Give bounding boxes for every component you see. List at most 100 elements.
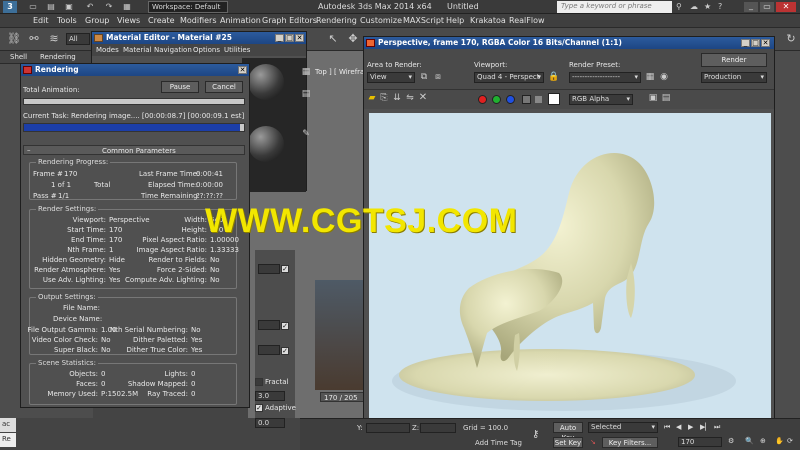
select-object-icon[interactable]: ↖ <box>325 31 341 47</box>
toggle-ui-overlay-icon[interactable]: ▣ <box>647 92 659 104</box>
rotate-icon[interactable]: ↻ <box>783 31 799 47</box>
viewport-dropdown[interactable]: Quad 4 - Perspect <box>474 72 544 83</box>
go-to-end-icon[interactable]: ⏭ <box>714 423 720 432</box>
play-icon[interactable]: ▶ <box>688 423 693 431</box>
lock-viewport-icon[interactable]: 🔒 <box>548 71 560 83</box>
z-coord-field[interactable] <box>420 423 456 433</box>
rendering-dialog-title[interactable]: Rendering <box>21 64 249 76</box>
common-parameters-header[interactable]: – Common Parameters <box>23 145 245 155</box>
menu-realflow[interactable]: RealFlow <box>509 16 545 25</box>
menu-customize[interactable]: Customize <box>360 16 402 25</box>
close-app-button[interactable]: ✕ <box>776 2 796 12</box>
go-to-start-icon[interactable]: ⏮ <box>664 423 670 432</box>
menu-krakatoa[interactable]: Krakatoa <box>470 16 506 25</box>
help-icon[interactable]: ? <box>718 2 722 11</box>
print-icon[interactable]: ⇋ <box>404 92 416 104</box>
blue-channel-toggle[interactable] <box>506 95 515 104</box>
menu-graph-editors[interactable]: Graph Editors <box>262 16 317 25</box>
set-key-button[interactable]: Set Key <box>553 437 583 448</box>
new-file-icon[interactable]: ▭ <box>28 2 38 12</box>
redo-icon[interactable]: ↷ <box>104 2 114 12</box>
param-field[interactable] <box>258 345 280 355</box>
copy-image-icon[interactable]: ⎘ <box>378 92 390 104</box>
param-field[interactable] <box>258 320 280 330</box>
zoom-icon[interactable]: 🔍 <box>745 437 754 445</box>
render-button[interactable]: Render <box>701 53 767 67</box>
material-sample-sphere[interactable] <box>248 64 284 100</box>
param-value-field[interactable]: 3.0 <box>255 391 285 401</box>
menu-modifiers[interactable]: Modifiers <box>180 16 217 25</box>
menu-group[interactable]: Group <box>85 16 109 25</box>
save-file-icon[interactable]: ▣ <box>64 2 74 12</box>
me-menu-navigation[interactable]: Navigation <box>154 46 192 54</box>
clone-frame-icon[interactable]: ⇊ <box>391 92 403 104</box>
menu-help[interactable]: Help <box>446 16 464 25</box>
rendering-dialog-close-button[interactable]: ✕ <box>238 66 247 74</box>
maximize-app-button[interactable]: ▭ <box>760 2 774 12</box>
green-channel-toggle[interactable] <box>492 95 501 104</box>
param-checkbox[interactable]: ✓ <box>281 347 289 355</box>
subscription-icon[interactable]: ☁ <box>690 2 698 11</box>
param-value-field[interactable]: 0.0 <box>255 418 285 428</box>
sample-uv-icon[interactable]: ▤ <box>298 86 314 102</box>
tab-shell[interactable]: Shell <box>10 53 27 61</box>
save-image-icon[interactable]: ▰ <box>366 92 378 104</box>
binoculars-icon[interactable]: ⚲ <box>676 2 682 11</box>
open-file-icon[interactable]: ▤ <box>46 2 56 12</box>
auto-key-button[interactable]: Auto Key <box>553 422 583 442</box>
edit-region-icon[interactable]: ⧉ <box>418 71 430 83</box>
menu-rendering[interactable]: Rendering <box>316 16 357 25</box>
tab-rendering[interactable]: Rendering <box>40 53 76 61</box>
auto-region-icon[interactable]: ⧈ <box>432 71 444 83</box>
alpha-toggle[interactable] <box>535 96 542 103</box>
material-editor-title[interactable]: Material Editor - Material #25 <box>92 32 306 44</box>
key-mode-icon[interactable]: ⚷ <box>532 429 539 440</box>
cancel-button[interactable]: Cancel <box>205 81 243 93</box>
menu-tools[interactable]: Tools <box>57 16 77 25</box>
menu-create[interactable]: Create <box>148 16 175 25</box>
key-filters-icon[interactable]: ↘ <box>590 438 596 446</box>
selection-filter-dropdown[interactable]: All <box>66 33 90 45</box>
render-frame-maximize-button[interactable]: □ <box>751 39 760 47</box>
key-filters-button[interactable]: Key Filters... <box>602 437 658 448</box>
clear-icon[interactable]: ✕ <box>417 92 429 104</box>
me-menu-modes[interactable]: Modes <box>96 46 119 54</box>
menu-maxscript[interactable]: MAXScript <box>403 16 444 25</box>
timeline-bar[interactable]: 170 / 205 <box>320 392 364 402</box>
material-editor-close-button[interactable]: ✕ <box>295 34 304 42</box>
add-time-tag[interactable]: Add Time Tag <box>475 439 522 447</box>
unlink-icon[interactable]: ⚯ <box>26 31 42 47</box>
app-logo-icon[interactable]: 3 <box>3 1 17 13</box>
maxscript-listener-fragment[interactable]: Re <box>0 433 16 447</box>
pick-material-icon[interactable]: ✎ <box>298 126 314 142</box>
render-frame-close-button[interactable]: ✕ <box>761 39 770 47</box>
zoom-all-icon[interactable]: ⊕ <box>760 437 766 445</box>
param-checkbox[interactable]: ✓ <box>281 322 289 330</box>
area-to-render-dropdown[interactable]: View <box>367 72 415 83</box>
link-icon[interactable]: ⛓ <box>6 31 22 47</box>
hold-icon[interactable]: ▦ <box>122 2 132 12</box>
red-channel-toggle[interactable] <box>478 95 487 104</box>
move-icon[interactable]: ✥ <box>345 31 361 47</box>
menu-edit[interactable]: Edit <box>33 16 49 25</box>
bind-spacewarp-icon[interactable]: ≋ <box>46 31 62 47</box>
viewport-label[interactable]: Top ] [ Wirefra <box>315 68 364 76</box>
production-dropdown[interactable]: Production <box>701 72 767 83</box>
time-config-icon[interactable]: ⚙ <box>728 437 734 445</box>
workspace-dropdown[interactable]: Workspace: Default <box>148 1 228 13</box>
search-input[interactable]: Type a keyword or phrase <box>557 1 672 13</box>
y-coord-field[interactable] <box>366 423 410 433</box>
mono-toggle[interactable] <box>522 95 531 104</box>
render-frame-minimize-button[interactable]: _ <box>741 39 750 47</box>
adaptive-checkbox[interactable]: ✓ <box>255 404 263 412</box>
pan-icon[interactable]: ✋ <box>775 437 784 445</box>
render-preset-dropdown[interactable]: ------------------- <box>569 72 641 83</box>
maxscript-listener-fragment[interactable]: ac <box>0 418 16 432</box>
material-sample-sphere[interactable] <box>248 126 284 162</box>
param-field[interactable] <box>258 264 280 274</box>
communication-icon[interactable]: ★ <box>704 2 711 11</box>
me-menu-material[interactable]: Material <box>123 46 151 54</box>
me-menu-utilities[interactable]: Utilities <box>224 46 250 54</box>
background-icon[interactable]: ▦ <box>298 64 314 80</box>
menu-animation[interactable]: Animation <box>220 16 261 25</box>
